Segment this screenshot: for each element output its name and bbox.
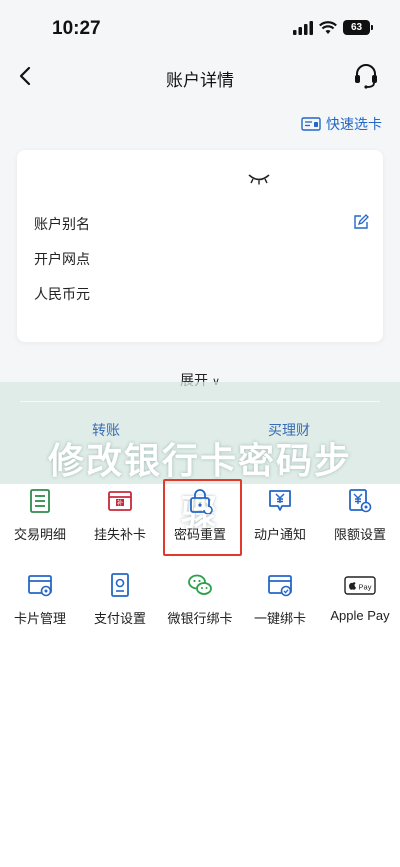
- account-alias-label: 账户别名: [34, 216, 90, 232]
- account-card: 账户别名 开户网点 人民币元: [17, 150, 383, 342]
- payment-settings-icon: [111, 573, 129, 597]
- card-management-button[interactable]: 卡片管理: [0, 572, 80, 627]
- payment-settings-label: 支付设置: [93, 611, 146, 626]
- report-loss-card-icon: 补: [108, 491, 132, 511]
- status-icons: 63: [293, 20, 373, 35]
- account-notification-label: 动户通知: [253, 527, 306, 542]
- card-management-icon: [28, 575, 52, 597]
- wechat-icon: [188, 574, 212, 595]
- password-reset-button[interactable]: 密码重置: [160, 488, 240, 543]
- currency-label: 人民币元: [34, 286, 90, 302]
- wechat-bind-card-label: 微银行绑卡: [167, 611, 233, 626]
- edit-icon[interactable]: [353, 214, 369, 230]
- nav-bar: 账户详情: [0, 52, 400, 102]
- card-management-label: 卡片管理: [13, 611, 66, 626]
- status-time: 10:27: [52, 18, 101, 39]
- one-click-bind-button[interactable]: 一键绑卡: [240, 572, 320, 627]
- one-click-bind-icon: [268, 575, 292, 597]
- report-loss-button[interactable]: 补 挂失补卡: [80, 488, 160, 543]
- page-title: 账户详情: [166, 71, 234, 90]
- report-loss-label: 挂失补卡: [93, 527, 146, 542]
- divider: [20, 401, 380, 402]
- transaction-details-button[interactable]: 交易明细: [0, 488, 80, 543]
- quick-select-card-label: 快速选卡: [326, 116, 382, 132]
- hide-balance-icon[interactable]: [247, 172, 271, 186]
- notification-yen-icon: [269, 490, 291, 511]
- limit-settings-icon: [349, 489, 372, 513]
- opening-branch-label: 开户网点: [34, 251, 90, 267]
- customer-service-icon[interactable]: [352, 62, 380, 90]
- svg-text:Pay: Pay: [359, 583, 372, 592]
- wechat-bind-card-button[interactable]: 微银行绑卡: [160, 572, 240, 627]
- function-grid-row-2: 卡片管理 支付设置 微银行绑卡 一键绑卡 Pay Apple Pay: [0, 572, 400, 627]
- limit-settings-label: 限额设置: [333, 527, 386, 542]
- account-notification-button[interactable]: 动户通知: [240, 488, 320, 543]
- apple-pay-label: Apple Pay: [330, 608, 390, 623]
- payment-settings-button[interactable]: 支付设置: [80, 572, 160, 627]
- password-reset-label: 密码重置: [173, 527, 226, 542]
- one-click-bind-label: 一键绑卡: [253, 611, 306, 626]
- limit-settings-button[interactable]: 限额设置: [320, 488, 400, 543]
- apple-pay-icon: Pay: [344, 576, 376, 595]
- transaction-details-label: 交易明细: [13, 527, 66, 542]
- svg-text:补: 补: [117, 499, 123, 507]
- password-lock-icon: [190, 489, 213, 514]
- card-switch-icon: [301, 117, 321, 131]
- battery-level: 63: [350, 22, 363, 33]
- status-bar: 10:27 63: [0, 0, 400, 52]
- signal-icon: [293, 20, 313, 35]
- quick-select-card-button[interactable]: 快速选卡: [301, 114, 382, 134]
- function-grid-row-1: 交易明细 补 挂失补卡 密码重置 动户通知 限额设置: [0, 488, 400, 543]
- battery-icon: 63: [343, 20, 373, 35]
- transaction-details-icon: [30, 489, 50, 513]
- apple-pay-button[interactable]: Pay Apple Pay: [320, 572, 400, 627]
- wifi-icon: [319, 20, 337, 34]
